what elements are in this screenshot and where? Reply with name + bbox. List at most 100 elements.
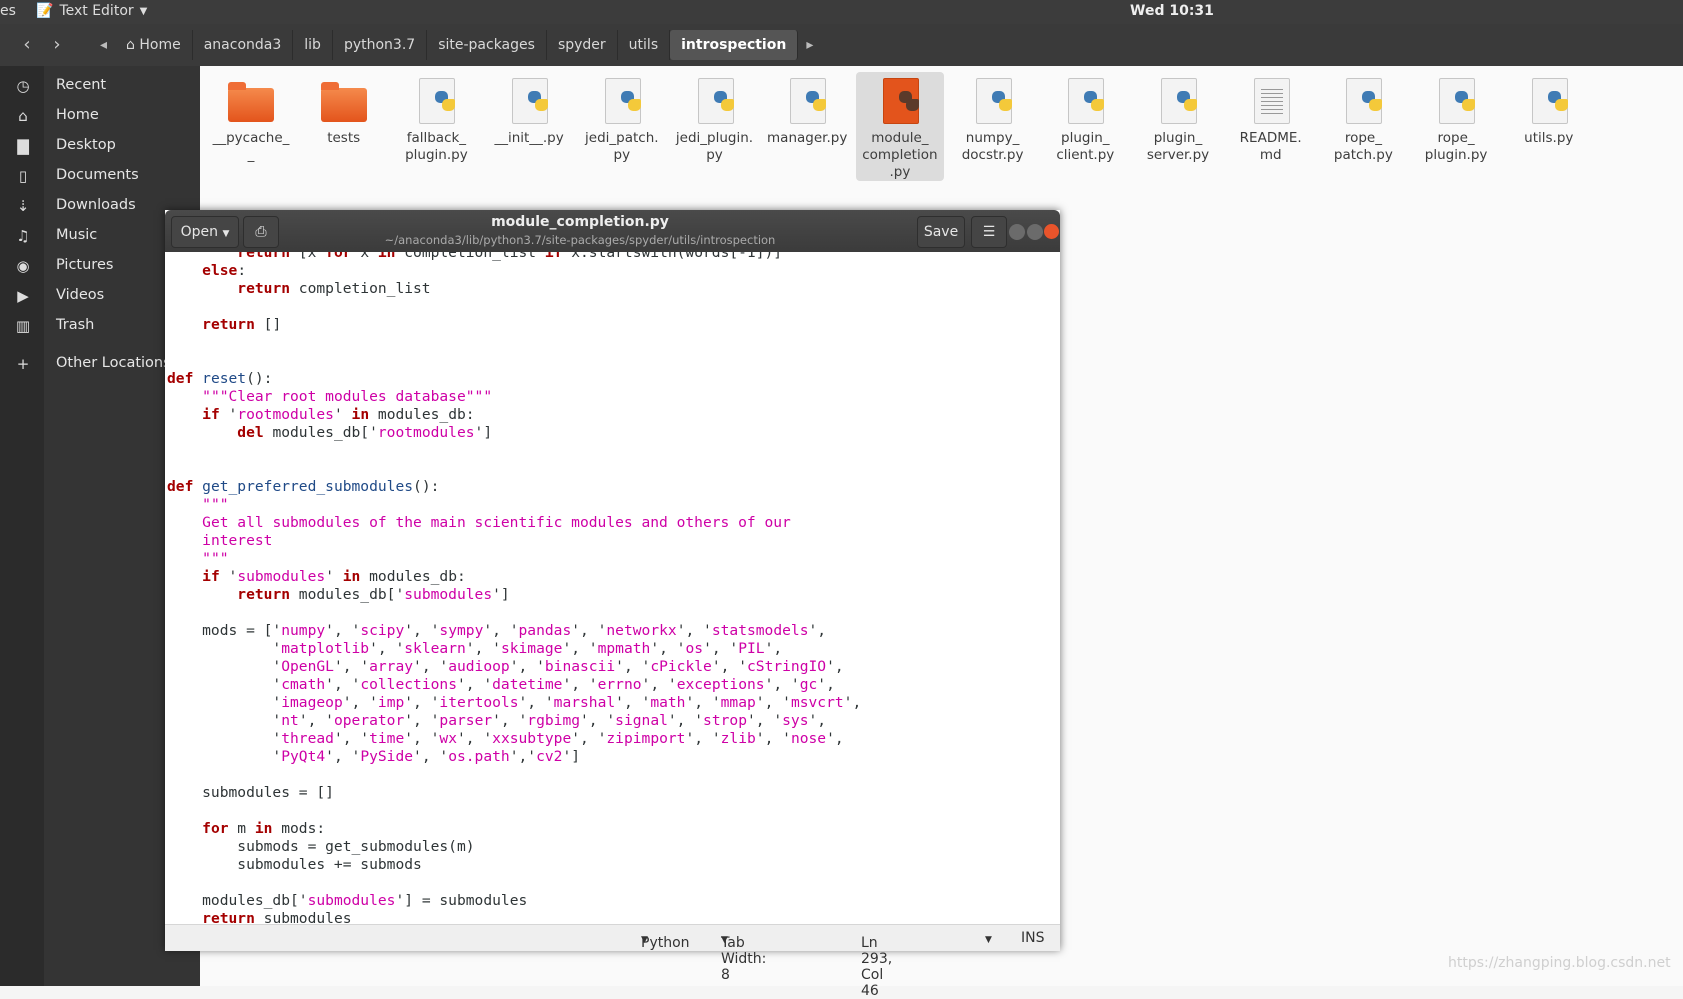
- python-file-icon: [1431, 76, 1481, 126]
- activities-label[interactable]: es: [0, 3, 16, 19]
- code-line[interactable]: return completion_list: [167, 280, 430, 297]
- file-item[interactable]: __pycache_ _: [207, 72, 295, 164]
- editor-headerbar: Open ▼ ⎙ module_completion.py ~/anaconda…: [165, 210, 1060, 252]
- file-item[interactable]: manager.py: [763, 72, 851, 147]
- download-icon: ⇣: [16, 197, 30, 215]
- breadcrumb-utils[interactable]: utils: [618, 30, 671, 60]
- sidebar-item-documents[interactable]: ▯ Documents: [0, 160, 200, 192]
- code-line[interactable]: 'matplotlib', 'sklearn', 'skimage', 'mpm…: [167, 640, 782, 657]
- file-item[interactable]: utils.py: [1505, 72, 1593, 147]
- clock[interactable]: Wed 10:31: [1130, 3, 1214, 19]
- new-document-button[interactable]: ⎙: [243, 216, 279, 248]
- breadcrumb-python3-7[interactable]: python3.7: [333, 30, 428, 60]
- sidebar-item-home[interactable]: ⌂ Home: [0, 100, 200, 132]
- code-line[interactable]: 'thread', 'time', 'wx', 'xxsubtype', 'zi…: [167, 730, 843, 747]
- file-item[interactable]: numpy_ docstr.py: [949, 72, 1037, 164]
- code-line[interactable]: interest: [167, 532, 272, 549]
- code-line[interactable]: del modules_db['rootmodules']: [167, 424, 492, 441]
- code-line[interactable]: 'OpenGL', 'array', 'audioop', 'binascii'…: [167, 658, 843, 675]
- sidebar-item-label: Documents: [56, 167, 139, 183]
- sidebar-item-desktop[interactable]: ▇ Desktop: [0, 130, 200, 162]
- file-item[interactable]: plugin_ server.py: [1134, 72, 1222, 164]
- code-line[interactable]: 'PyQt4', 'PySide', 'os.path','cv2']: [167, 748, 580, 765]
- document-icon: ▯: [18, 167, 28, 185]
- code-line[interactable]: Get all submodules of the main scientifi…: [167, 514, 791, 531]
- sidebar-item-recent[interactable]: ◷ Recent: [0, 70, 200, 102]
- code-line[interactable]: else:: [167, 262, 246, 279]
- code-line[interactable]: submodules += submods: [167, 856, 422, 873]
- code-line[interactable]: modules_db['submodules'] = submodules: [167, 892, 527, 909]
- file-name-line: utils.py: [1524, 130, 1574, 146]
- file-item[interactable]: module_ completion .py: [855, 72, 944, 181]
- file-item[interactable]: tests: [300, 72, 388, 147]
- open-button[interactable]: Open ▼: [171, 216, 239, 248]
- code-line[interactable]: if 'rootmodules' in modules_db:: [167, 406, 474, 423]
- code-text[interactable]: return [x for x in completion_list if x.…: [167, 252, 861, 924]
- code-line[interactable]: submods = get_submodules(m): [167, 838, 474, 855]
- folder-icon: [319, 76, 369, 126]
- code-line[interactable]: mods = ['numpy', 'scipy', 'sympy', 'pand…: [167, 622, 826, 639]
- close-button[interactable]: [1044, 224, 1059, 239]
- python-file-icon: [968, 76, 1018, 126]
- breadcrumb-label: Home: [139, 37, 181, 53]
- code-line[interactable]: if 'submodules' in modules_db:: [167, 568, 466, 585]
- file-item[interactable]: jedi_plugin. py: [671, 72, 759, 164]
- file-name-line: client.py: [1056, 147, 1115, 163]
- code-line[interactable]: return submodules: [167, 910, 351, 924]
- minimize-button[interactable]: [1009, 224, 1025, 240]
- breadcrumb-home[interactable]: ⌂ Home: [115, 30, 193, 60]
- python-file-icon: [1153, 76, 1203, 126]
- sidebar-item-label: Other Locations: [56, 355, 171, 371]
- music-icon: ♫: [16, 227, 30, 245]
- file-item[interactable]: plugin_ client.py: [1041, 72, 1129, 164]
- code-line[interactable]: return []: [167, 316, 281, 333]
- code-view[interactable]: return [x for x in completion_list if x.…: [165, 252, 1060, 924]
- sidebar-item-label: Trash: [56, 317, 95, 333]
- breadcrumb-scroll-left-icon[interactable]: ◂: [92, 30, 115, 60]
- file-item[interactable]: fallback_ plugin.py: [392, 72, 480, 164]
- file-name-line: plugin_: [1061, 130, 1110, 146]
- code-line[interactable]: """Clear root modules database""": [167, 388, 492, 405]
- code-line[interactable]: 'nt', 'operator', 'parser', 'rgbimg', 's…: [167, 712, 826, 729]
- menu-button[interactable]: ☰: [971, 216, 1007, 248]
- camera-icon: ◉: [16, 257, 30, 275]
- breadcrumb-scroll-right-icon[interactable]: ▸: [798, 30, 821, 60]
- file-name-line: README.: [1239, 130, 1302, 146]
- folder-icon: ▇: [17, 137, 29, 155]
- file-name-line: __pycache_: [212, 130, 290, 146]
- app-menu[interactable]: 📝 Text Editor ▼: [36, 3, 147, 19]
- breadcrumb-introspection[interactable]: introspection: [670, 30, 799, 60]
- breadcrumb-site-packages[interactable]: site-packages: [427, 30, 547, 60]
- file-name-line: numpy_: [965, 130, 1020, 146]
- code-line[interactable]: """: [167, 550, 228, 567]
- code-line[interactable]: for m in mods:: [167, 820, 325, 837]
- python-file-icon: [1524, 76, 1574, 126]
- code-line[interactable]: submodules = []: [167, 784, 334, 801]
- maximize-button[interactable]: [1027, 224, 1043, 240]
- code-line[interactable]: 'cmath', 'collections', 'datetime', 'err…: [167, 676, 834, 693]
- save-button[interactable]: Save: [917, 216, 965, 248]
- top-bar: es 📝 Text Editor ▼ Wed 10:31: [0, 0, 1683, 24]
- file-item[interactable]: __init__.py: [485, 72, 573, 147]
- file-item[interactable]: README. md: [1227, 72, 1315, 164]
- document-path: ~/anaconda3/lib/python3.7/site-packages/…: [384, 233, 776, 247]
- breadcrumb-anaconda3[interactable]: anaconda3: [193, 30, 294, 60]
- breadcrumb-spyder[interactable]: spyder: [547, 30, 618, 60]
- insert-mode[interactable]: INS: [1021, 930, 1045, 946]
- code-line[interactable]: 'imageop', 'imp', 'itertools', 'marshal'…: [167, 694, 861, 711]
- file-item[interactable]: rope_ plugin.py: [1412, 72, 1500, 164]
- code-line[interactable]: """: [167, 496, 228, 513]
- code-line[interactable]: return modules_db['submodules']: [167, 586, 509, 603]
- file-item[interactable]: rope_ patch.py: [1319, 72, 1407, 164]
- text-editor-icon: 📝: [36, 3, 54, 19]
- file-item[interactable]: jedi_patch. py: [578, 72, 666, 164]
- code-line[interactable]: return [x for x in completion_list if x.…: [167, 252, 782, 261]
- back-button[interactable]: ‹: [12, 32, 42, 58]
- chevron-down-icon: ▼: [222, 229, 230, 239]
- sidebar-item-label: Music: [56, 227, 98, 243]
- breadcrumb-lib[interactable]: lib: [293, 30, 333, 60]
- sidebar-item-label: Downloads: [56, 197, 136, 213]
- forward-button[interactable]: ›: [42, 32, 72, 58]
- code-line[interactable]: def reset():: [167, 370, 272, 387]
- code-line[interactable]: def get_preferred_submodules():: [167, 478, 439, 495]
